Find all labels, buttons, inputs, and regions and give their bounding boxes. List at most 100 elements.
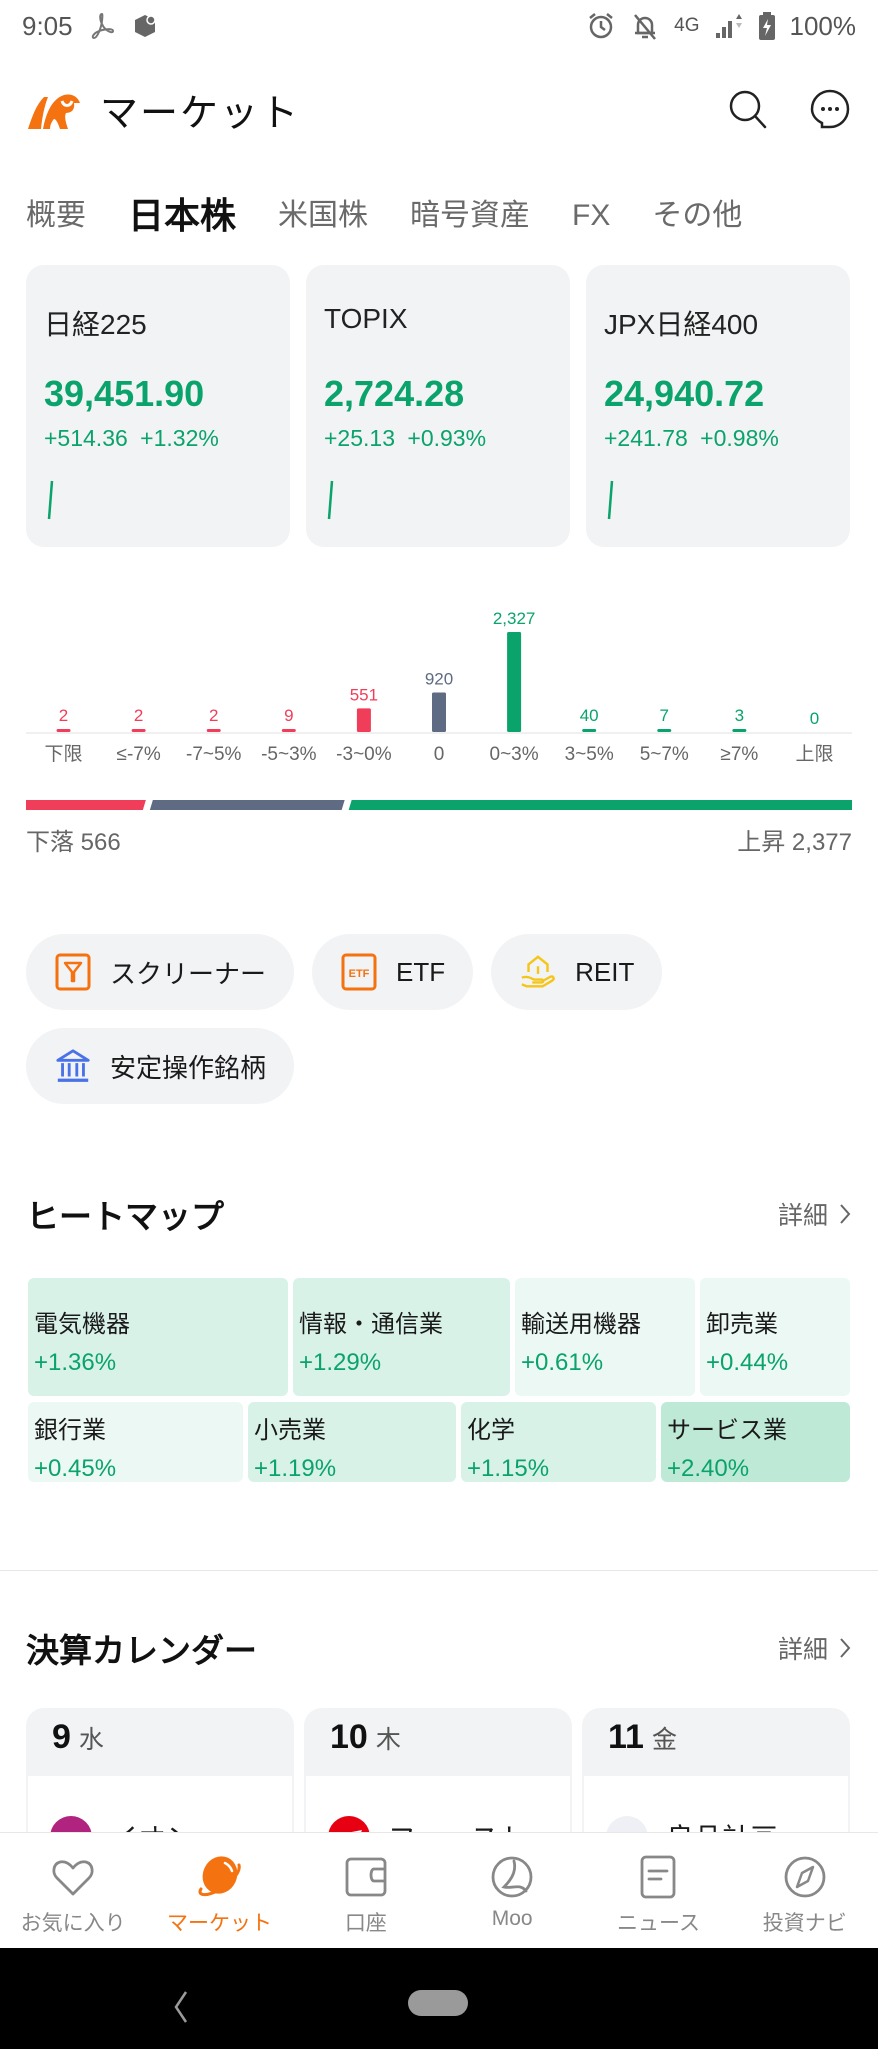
- advance-count: 上昇 2,377: [737, 829, 852, 856]
- earnings-details-link[interactable]: 詳細: [778, 1630, 852, 1666]
- nav-invest-navi[interactable]: 投資ナビ: [732, 1833, 878, 1948]
- bar-value-label: 7: [660, 706, 669, 725]
- wallet-icon: [345, 1857, 387, 1897]
- index-price: 2,724.28: [324, 373, 465, 414]
- compass-icon: [784, 1856, 826, 1898]
- category-label: ≥7%: [720, 744, 758, 765]
- index-change: +241.78 +0.98%: [604, 425, 779, 452]
- heatmap-cell[interactable]: 輸送用機器 +0.61%: [515, 1278, 695, 1396]
- heatmap-cell[interactable]: 化学 +1.15%: [461, 1402, 656, 1482]
- index-change-pct: +0.93%: [407, 425, 487, 451]
- category-label: -3~0%: [336, 744, 392, 765]
- bar-value-label: 920: [425, 669, 453, 688]
- nav-label: 口座: [344, 1912, 387, 1935]
- heatmap-cell[interactable]: 電気機器 +1.36%: [28, 1278, 288, 1396]
- bar-value-label: 9: [284, 706, 293, 725]
- index-card-nikkei225[interactable]: 日経225 39,451.90 +514.36 +1.32%: [26, 265, 290, 547]
- sector-name: サービス業: [667, 1417, 787, 1444]
- heart-icon: [52, 1860, 94, 1896]
- section-divider: [0, 1570, 878, 1571]
- stabilization-stocks-button[interactable]: 安定操作銘柄: [26, 1028, 294, 1104]
- quick-links: スクリーナー ETF ETF REIT 安定操作銘柄: [26, 934, 852, 1104]
- category-label: 下限: [45, 743, 83, 765]
- home-button[interactable]: [408, 1990, 468, 2016]
- back-icon[interactable]: [170, 1990, 192, 2024]
- nav-favorites[interactable]: お気に入り: [0, 1833, 146, 1948]
- tab-fx[interactable]: FX: [572, 190, 610, 242]
- index-change-value: +25.13: [324, 425, 395, 451]
- etf-button[interactable]: ETF ETF: [312, 934, 474, 1010]
- market-tabs: 概要 日本株 米国株 暗号資産 FX その他: [26, 190, 784, 242]
- calendar-day: 11: [608, 1718, 644, 1756]
- distribution-bar-group: 2,327 0~3%: [490, 609, 539, 765]
- heatmap-cell[interactable]: 小売業 +1.19%: [248, 1402, 456, 1482]
- category-label: 3~5%: [565, 744, 614, 765]
- header-actions: [726, 87, 852, 131]
- tab-us-stocks[interactable]: 米国株: [278, 190, 368, 242]
- heatmap-cell[interactable]: 銀行業 +0.45%: [28, 1402, 243, 1482]
- distribution-bar-group: 0 上限: [795, 709, 833, 765]
- earnings-calendar-header: 決算カレンダー 詳細: [26, 1624, 852, 1672]
- heatmap-cell[interactable]: サービス業 +2.40%: [661, 1402, 850, 1482]
- distribution-bar: [56, 729, 71, 732]
- distribution-bar: [206, 729, 221, 732]
- bar-value-label: 3: [735, 706, 744, 725]
- alarm-icon: [589, 13, 613, 39]
- price-change-distribution-chart[interactable]: 2 下限 2 ≤-7% 2 -7~5% 9 -5~3% 551 -3~0% 920 0 2,327 0~3…: [26, 590, 852, 770]
- network-type: 4G: [674, 15, 700, 36]
- distribution-bar-group: 920 0: [425, 669, 453, 765]
- reit-button[interactable]: REIT: [491, 934, 663, 1010]
- distribution-bar-group: 2 下限: [45, 706, 83, 765]
- category-label: 0: [434, 744, 445, 765]
- notifications-off-icon: [634, 14, 657, 40]
- calendar-weekday: 金: [651, 1726, 677, 1754]
- nav-market[interactable]: マーケット: [146, 1833, 292, 1948]
- heatmap-cell[interactable]: 情報・通信業 +1.29%: [293, 1278, 510, 1396]
- details-label: 詳細: [777, 1202, 828, 1230]
- sparkline: [47, 480, 54, 520]
- bank-building-icon: [56, 1049, 90, 1082]
- tab-crypto[interactable]: 暗号資産: [410, 190, 530, 242]
- index-card-jpx-nikkei400[interactable]: JPX日経400 24,940.72 +241.78 +0.98%: [586, 265, 850, 547]
- nav-account[interactable]: 口座: [293, 1833, 439, 1948]
- nav-news[interactable]: ニュース: [585, 1833, 731, 1948]
- sector-change: +1.29%: [299, 1349, 382, 1376]
- heatmap-cell[interactable]: 卸売業 +0.44%: [700, 1278, 850, 1396]
- tab-other[interactable]: その他: [652, 190, 742, 242]
- battery-percent: 100%: [789, 10, 857, 41]
- index-change: +25.13 +0.93%: [324, 425, 486, 452]
- chip-label: REIT: [575, 956, 635, 987]
- index-price: 39,451.90: [44, 373, 205, 414]
- tab-overview[interactable]: 概要: [26, 190, 86, 242]
- system-navigation-bar: [0, 1948, 878, 2049]
- sector-name: 化学: [467, 1417, 515, 1444]
- bar-value-label: 2,327: [493, 609, 536, 628]
- status-left: 9:05: [22, 11, 159, 42]
- sector-heatmap: 電気機器 +1.36% 情報・通信業 +1.29% 輸送用機器 +0.61% 卸…: [28, 1278, 850, 1482]
- moo-icon: [491, 1856, 533, 1898]
- sparkline: [607, 480, 614, 520]
- unchanged-segment: [149, 800, 345, 810]
- screener-filter-icon: [55, 953, 91, 991]
- sector-name: 銀行業: [34, 1417, 106, 1444]
- search-icon[interactable]: [726, 87, 770, 131]
- nav-moo[interactable]: Moo: [439, 1833, 585, 1948]
- distribution-bar-group: 3 ≥7%: [720, 706, 758, 765]
- screener-button[interactable]: スクリーナー: [26, 934, 294, 1010]
- distribution-bar: [131, 729, 146, 732]
- app-notification-icon: [134, 15, 156, 37]
- index-name: TOPIX: [324, 303, 408, 334]
- calendar-weekday: 水: [78, 1726, 104, 1754]
- sector-change: +2.40%: [667, 1455, 750, 1482]
- tab-japan-stocks[interactable]: 日本株: [128, 190, 236, 242]
- distribution-bar-group: 9 -5~3%: [261, 706, 317, 765]
- distribution-bar-group: 2 ≤-7%: [117, 706, 161, 765]
- index-card-topix[interactable]: TOPIX 2,724.28 +25.13 +0.93%: [306, 265, 570, 547]
- nav-label: Moo: [491, 1907, 533, 1930]
- heatmap-details-link[interactable]: 詳細: [778, 1196, 852, 1232]
- chat-icon[interactable]: [808, 87, 852, 131]
- svg-text:ETF: ETF: [349, 968, 370, 980]
- calendar-day: 10: [330, 1718, 368, 1756]
- news-icon: [641, 1855, 676, 1899]
- sector-change: +1.36%: [34, 1349, 117, 1376]
